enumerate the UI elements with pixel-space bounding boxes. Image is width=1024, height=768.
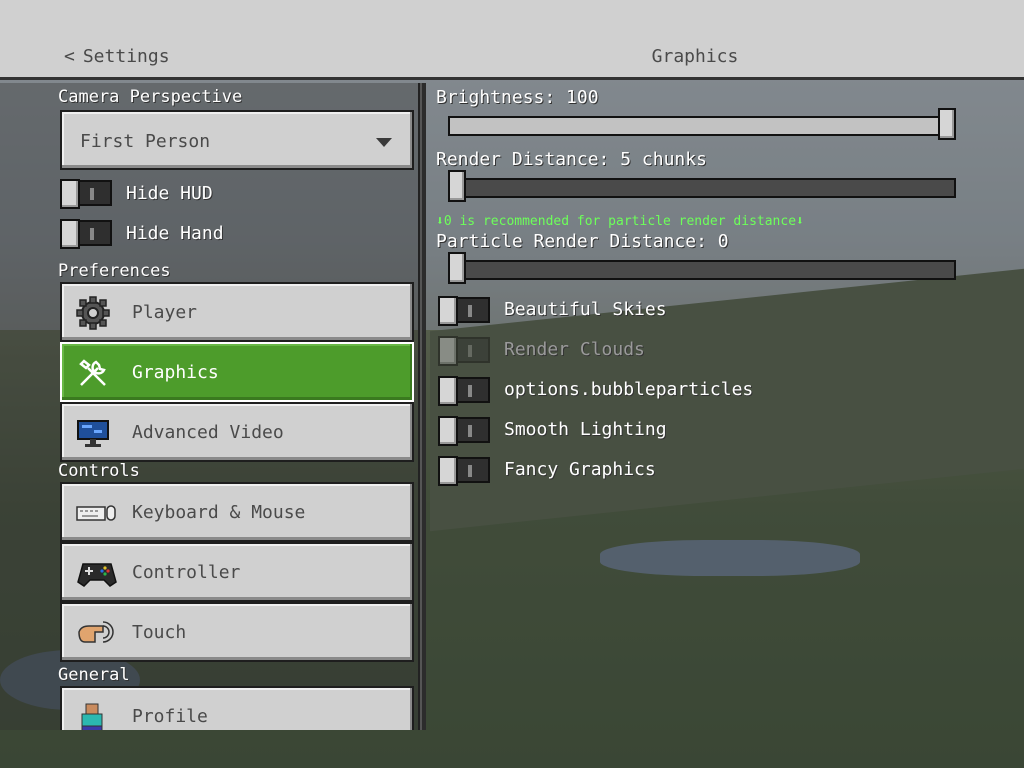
camera-perspective-dropdown[interactable]: First Person [60,110,414,170]
toggle-mark [468,345,472,357]
nav-advanced-video-button[interactable]: Advanced Video [60,402,414,462]
toggle-knob [438,336,458,366]
nav-touch-button[interactable]: Touch [60,602,414,662]
back-label: Settings [82,46,170,67]
gear-icon [76,296,110,330]
controls-section-label: Controls [58,461,140,481]
page-title: Graphics [651,46,739,67]
bubble-particles-toggle[interactable] [438,376,490,406]
wrench-screwdriver-icon [79,359,106,386]
brightness-label: Brightness: 100 [436,87,599,108]
dropdown-value: First Person [80,131,211,152]
toggle-mark [468,465,472,477]
chevron-left-icon: < [64,46,75,67]
render-clouds-label: Render Clouds [504,339,645,360]
particle-hint-text: ⬇0 is recommended for particle render di… [436,214,804,229]
slider-thumb[interactable] [448,170,466,202]
toggle-knob [60,179,80,209]
nav-label: Controller [132,562,241,583]
general-section-label: General [58,665,130,685]
toggle-knob [438,456,458,486]
hide-hand-toggle[interactable] [60,219,112,249]
beautiful-skies-toggle[interactable] [438,296,490,326]
nav-graphics-button[interactable]: Graphics [60,342,414,402]
render-clouds-toggle[interactable] [438,336,490,366]
graphics-settings-panel[interactable]: Brightness: 100 Render Distance: 5 chunk… [426,83,1024,730]
hide-hud-toggle[interactable] [60,179,112,209]
nav-keyboard-mouse-button[interactable]: Keyboard & Mouse [60,482,414,542]
toggle-knob [438,416,458,446]
monitor-icon [77,420,109,447]
fancy-graphics-label: Fancy Graphics [504,459,656,480]
fancy-graphics-toggle[interactable] [438,456,490,486]
back-button[interactable]: < Settings [64,46,170,67]
slider-track [448,178,956,198]
particle-render-distance-label: Particle Render Distance: 0 [436,231,729,252]
keyboard-mouse-icon [76,505,116,521]
brightness-slider[interactable] [448,108,956,140]
nav-label: Keyboard & Mouse [132,502,306,523]
toggle-knob [60,219,80,249]
slider-thumb[interactable] [938,108,956,140]
profile-icon [81,703,103,730]
render-distance-slider[interactable] [448,170,956,202]
header-bar: < Settings Graphics [0,0,1024,80]
touch-hand-icon [78,621,114,643]
bubble-particles-label: options.bubbleparticles [504,379,754,400]
gamepad-icon [77,563,117,587]
toggle-mark [468,385,472,397]
smooth-lighting-toggle[interactable] [438,416,490,446]
nav-controller-button[interactable]: Controller [60,542,414,602]
render-distance-label: Render Distance: 5 chunks [436,149,707,170]
nav-label: Graphics [132,362,219,383]
toggle-knob [438,296,458,326]
slider-track [448,260,956,280]
particle-render-distance-slider[interactable] [448,252,956,284]
smooth-lighting-label: Smooth Lighting [504,419,667,440]
camera-section-label: Camera Perspective [58,87,243,107]
hide-hud-label: Hide HUD [126,183,213,204]
nav-label: Advanced Video [132,422,284,443]
toggle-mark [90,188,94,200]
nav-label: Profile [132,706,208,727]
slider-thumb[interactable] [448,252,466,284]
toggle-knob [438,376,458,406]
hide-hand-label: Hide Hand [126,223,224,244]
nav-profile-button[interactable]: Profile [60,686,414,730]
preferences-section-label: Preferences [58,261,171,281]
nav-player-button[interactable]: Player [60,282,414,342]
left-panel[interactable]: Camera Perspective First Person Hide HUD… [0,83,420,730]
caret-down-icon [376,138,392,147]
nav-label: Player [132,302,198,323]
beautiful-skies-label: Beautiful Skies [504,299,667,320]
slider-fill [448,116,947,136]
toggle-mark [90,228,94,240]
toggle-mark [468,425,472,437]
nav-label: Touch [132,622,187,643]
toggle-mark [468,305,472,317]
